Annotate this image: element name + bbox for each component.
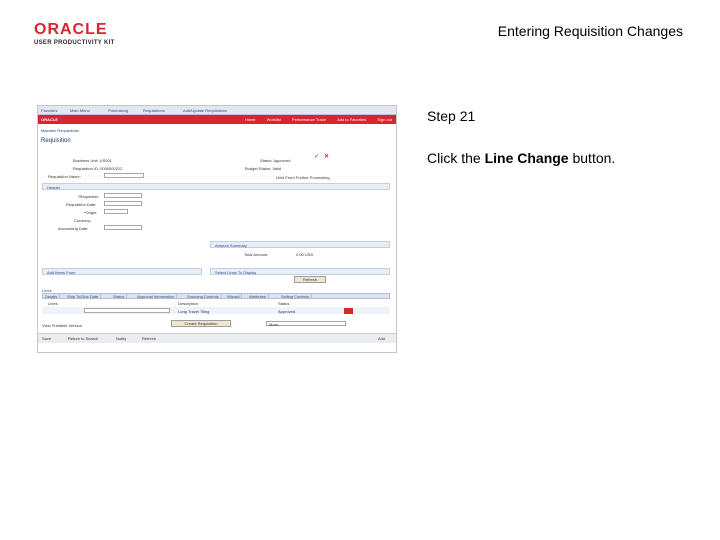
approve-check-icon[interactable]: ✓	[314, 154, 319, 160]
view-printable-link[interactable]: View Printable Version	[42, 323, 82, 328]
link-home[interactable]: Home	[245, 117, 256, 122]
line-status: Approved	[278, 309, 296, 314]
link-worklist[interactable]: Worklist	[267, 117, 281, 122]
link-add-favorites[interactable]: Add to Favorites	[337, 117, 366, 122]
application-screenshot: Favorites Main Menu Purchasing Requisiti…	[37, 105, 397, 353]
step-title: Step 21	[427, 108, 476, 124]
refresh-button[interactable]: Refresh	[294, 276, 326, 283]
accounting-date-label: Accounting Date:	[58, 226, 89, 231]
link-performance-trace[interactable]: Performance Trace	[292, 117, 326, 122]
nav-main-menu[interactable]: Main Menu	[70, 108, 90, 113]
tab-wizard[interactable]: Wizard	[225, 294, 243, 299]
business-unit-label: Business Unit: US001	[73, 158, 112, 163]
requisition-date-field[interactable]	[104, 201, 142, 206]
status-label: Status: Approved	[260, 158, 291, 163]
line-description: Long Travel Tiling	[178, 309, 210, 314]
total-amount-value: 0.00 USD	[296, 252, 314, 257]
page-footer: Save Return to Search Notify Refresh Add	[38, 333, 396, 343]
requisition-date-label: Requisition Date:	[66, 202, 97, 207]
description-column: Description	[178, 301, 199, 306]
line-tabs: Details Ship To/Due Date Status Approval…	[42, 293, 390, 299]
return-search-button[interactable]: Return to Search	[68, 336, 98, 341]
header-bar: ORACLE Home Worklist Performance Trace A…	[38, 115, 396, 124]
tab-status[interactable]: Status	[111, 294, 128, 299]
nav-requisitions[interactable]: Requisitions	[143, 108, 165, 113]
nav-favorites[interactable]: Favorites	[41, 108, 57, 113]
more-dropdown[interactable]: More...	[266, 321, 346, 327]
amount-summary-section[interactable]: Amount Summary	[210, 241, 390, 248]
tab-approval[interactable]: Approval Information	[135, 294, 177, 299]
upk-logo-text: USER PRODUCTIVITY KIT	[34, 40, 115, 46]
requisition-name-field[interactable]	[104, 173, 144, 178]
page-title: Requisition	[41, 138, 71, 144]
oracle-logo: ORACLE USER PRODUCTIVITY KIT	[34, 22, 134, 48]
line-column: Lines	[48, 301, 58, 306]
nav-add-update[interactable]: Add/Update Requisitions	[183, 108, 227, 113]
accounting-date-field[interactable]	[104, 225, 142, 230]
budget-status-label: Budget Status: Valid	[245, 166, 281, 171]
link-sign-out[interactable]: Sign out	[377, 117, 392, 122]
delete-x-icon[interactable]: ✕	[324, 154, 329, 160]
header-section-label: Header	[47, 185, 61, 190]
tab-details[interactable]: Details	[43, 294, 61, 299]
instruction-bold: Line Change	[484, 150, 569, 166]
line-change-icon[interactable]	[344, 308, 353, 314]
notify-button[interactable]: Notify	[116, 336, 126, 341]
item-field[interactable]	[84, 308, 170, 313]
total-amount-label: Total Amount:	[244, 252, 269, 257]
instruction-prefix: Click the	[427, 150, 485, 166]
mini-oracle-logo: ORACLE	[41, 117, 58, 122]
tab-selling[interactable]: Selling Controls	[279, 294, 313, 299]
origin-field[interactable]	[104, 209, 128, 214]
amount-summary-label: Amount Summary	[215, 243, 248, 248]
top-nav: Favorites Main Menu Purchasing Requisiti…	[38, 106, 396, 115]
add-footer-button[interactable]: Add	[378, 336, 385, 341]
header-section[interactable]: Header	[42, 183, 390, 190]
tab-ship-to[interactable]: Ship To/Due Date	[65, 294, 102, 299]
nav-purchasing[interactable]: Purchasing	[108, 108, 128, 113]
requisition-id-label: Requisition ID: 0000000212	[73, 166, 123, 171]
instruction-suffix: button.	[568, 150, 616, 166]
add-items-section[interactable]: Add Items From	[42, 268, 202, 275]
hold-processing-label[interactable]: Hold From Further Processing	[276, 175, 330, 180]
create-requisition-button[interactable]: Create Requisition	[171, 320, 231, 327]
requester-field[interactable]	[104, 193, 142, 198]
select-lines-section[interactable]: Select Lines To Display	[210, 268, 390, 275]
oracle-logo-text: ORACLE	[34, 21, 108, 38]
breadcrumb[interactable]: Maintain Requisitions	[41, 128, 79, 133]
requisition-name-label: Requisition Name:	[48, 174, 81, 179]
tab-sourcing[interactable]: Sourcing Controls	[185, 294, 222, 299]
save-button[interactable]: Save	[42, 336, 51, 341]
header-links: Home Worklist Performance Trace Add to F…	[235, 117, 392, 122]
origin-label: *Origin:	[84, 210, 98, 215]
add-items-label: Add Items From	[47, 270, 76, 275]
tab-attributes[interactable]: Attributes	[247, 294, 269, 299]
more-dropdown-value: More...	[269, 322, 282, 327]
status-column: Status	[278, 301, 290, 306]
step-instruction: Click the Line Change button.	[427, 150, 615, 166]
slide-title: Entering Requisition Changes	[497, 23, 683, 39]
requester-label: *Requester:	[78, 194, 100, 199]
refresh-footer-button[interactable]: Refresh	[142, 336, 156, 341]
select-lines-label: Select Lines To Display	[215, 270, 257, 275]
currency-label: Currency:	[74, 218, 92, 223]
